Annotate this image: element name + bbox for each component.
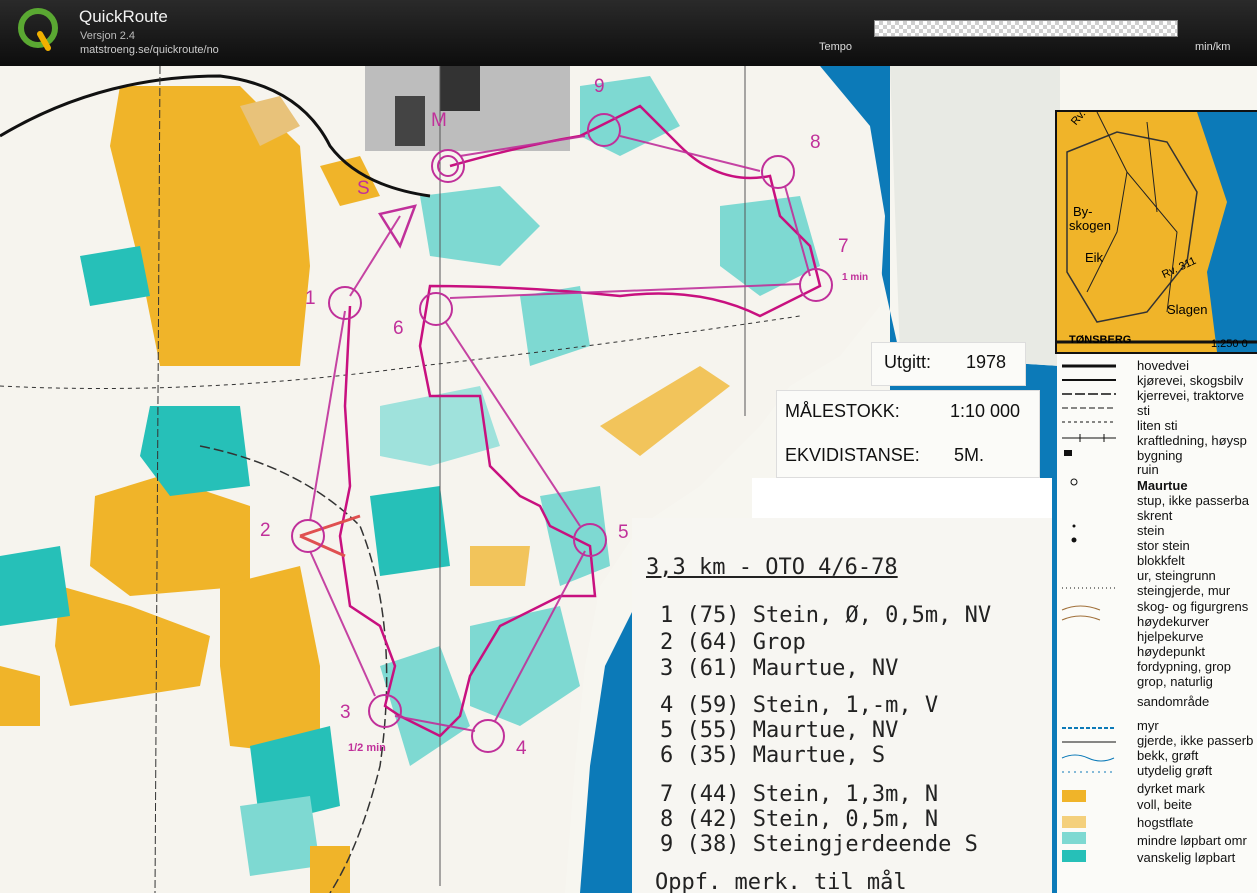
legend-item: sti	[1137, 403, 1150, 418]
legend-item: mindre løpbart omr	[1137, 833, 1247, 848]
legend-item: bekk, grøft	[1137, 748, 1199, 763]
inset-area-label: By-	[1073, 204, 1093, 219]
legend-item: myr	[1137, 718, 1159, 733]
publication-card: Utgitt: 1978	[871, 342, 1026, 386]
legend-item: hjelpekurve	[1137, 629, 1204, 644]
control-description-row: 6 (35) Maurtue, S	[660, 743, 886, 768]
tempo-unit-label: min/km	[1195, 41, 1231, 53]
legend-item: skog- og figurgrens	[1137, 599, 1249, 614]
control-description-row: 1 (75) Stein, Ø, 0,5m, NV	[660, 603, 992, 628]
control-number-7: 7	[838, 236, 849, 257]
control-number-4: 4	[516, 738, 527, 759]
legend-item: hogstflate	[1137, 815, 1194, 830]
control-number-1: 1	[305, 288, 316, 309]
control-description-row: 5 (55) Maurtue, NV	[660, 718, 899, 743]
legend-item: stup, ikke passerba	[1137, 493, 1250, 508]
utgitt-label: Utgitt:	[884, 352, 932, 372]
inset-area-label: Eik	[1085, 250, 1104, 265]
tempo-color-scale[interactable]	[874, 20, 1178, 37]
tempo-label: Tempo	[819, 41, 853, 53]
legend-item: steingjerde, mur	[1137, 583, 1231, 598]
legend-item: bygning	[1137, 448, 1183, 463]
app-header: QuickRoute Versjon 2.4 matstroeng.se/qui…	[0, 0, 1257, 66]
legend-item: blokkfelt	[1137, 553, 1185, 568]
course-heading: 3,3 km - OTO 4/6-78	[646, 555, 898, 580]
legend-item: kjørevei, skogsbilv	[1137, 373, 1244, 388]
control-description-row: 7 (44) Stein, 1,3m, N	[660, 782, 939, 807]
legend-item: utydelig grøft	[1137, 763, 1213, 778]
scale-label: MÅLESTOKK:	[785, 401, 900, 421]
legend-item: ur, steingrunn	[1137, 568, 1216, 583]
utgitt-year: 1978	[966, 352, 1007, 372]
start-label: S	[357, 178, 370, 199]
app-title: QuickRoute	[79, 7, 168, 26]
legend-item: hovedvei	[1137, 358, 1190, 373]
control-description-row: 2 (64) Grop	[660, 630, 806, 655]
legend-item: liten sti	[1137, 418, 1178, 433]
legend-item: dyrket mark	[1137, 781, 1205, 796]
control-number-6: 6	[393, 318, 404, 339]
blank-label	[752, 478, 1052, 522]
inset-town-label: TØNSBERG	[1069, 334, 1132, 346]
legend-item: Maurtue	[1137, 478, 1188, 493]
control-number-8: 8	[810, 132, 821, 153]
inset-area-label: Slagen	[1167, 302, 1208, 317]
legend-item: kraftledning, høysp	[1137, 433, 1247, 448]
scale-card: MÅLESTOKK: 1:10 000 EKVIDISTANSE: 5M.	[776, 390, 1040, 478]
legend-item: fordypning, grop	[1137, 659, 1231, 674]
control-description-row: 4 (59) Stein, 1,-m, V	[660, 693, 939, 718]
control-description-row: 3 (61) Maurtue, NV	[660, 656, 899, 681]
note-one-min: 1 min	[842, 272, 869, 283]
orienteering-map[interactable]: 1 2 3 4 5 6 7 8 9 S M 1/2 min 1 min Rv. …	[0, 66, 1257, 893]
control-number-3: 3	[340, 702, 351, 723]
control-description-row: 9 (38) Steingjerdeende S	[660, 832, 978, 857]
contour-label: EKVIDISTANSE:	[785, 445, 920, 465]
legend-item: stor stein	[1137, 538, 1190, 553]
note-half-min: 1/2 min	[348, 742, 386, 754]
inset-area-label: skogen	[1069, 218, 1111, 233]
control-number-5: 5	[618, 522, 629, 543]
control-number-2: 2	[260, 520, 271, 541]
legend-item: stein	[1137, 523, 1165, 538]
finish-label: M	[431, 110, 447, 131]
app-url[interactable]: matstroeng.se/quickroute/no	[80, 44, 219, 56]
control-number-9: 9	[594, 76, 605, 97]
legend-item: kjerrevei, traktorve	[1137, 388, 1244, 403]
legend-item: vanskelig løpbart	[1137, 850, 1236, 865]
legend-item: voll, beite	[1137, 797, 1192, 812]
legend-item: sandområde	[1137, 694, 1210, 709]
contour-value: 5M.	[954, 445, 985, 465]
legend-item: ruin	[1137, 462, 1159, 477]
legend-item: høydepunkt	[1137, 644, 1205, 659]
inset-map: Rv. 310 By- skogen Eik Rv. 311 Slagen TØ…	[1055, 110, 1257, 354]
inset-scale-label: 1:250 0	[1211, 338, 1248, 350]
legend-symbols	[1061, 364, 1116, 862]
app-version: Versjon 2.4	[80, 30, 136, 42]
control-description-row: 8 (42) Stein, 0,5m, N	[660, 807, 939, 832]
legend-item: høydekurver	[1137, 614, 1210, 629]
legend-item: skrent	[1137, 508, 1173, 523]
scale-value: 1:10 000	[950, 401, 1021, 421]
legend-item: gjerde, ikke passerb	[1137, 733, 1254, 748]
quickroute-logo-icon	[18, 8, 58, 51]
control-description-row: Oppf. merk. til mål	[655, 870, 907, 893]
legend-item: grop, naturlig	[1137, 674, 1213, 689]
